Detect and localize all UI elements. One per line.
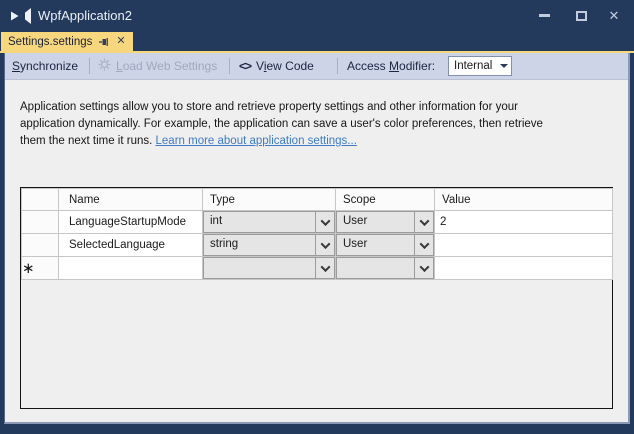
synchronize-label: Synchronize	[12, 59, 78, 73]
column-header-name: Name	[59, 189, 203, 211]
access-modifier-select[interactable]: Internal	[448, 56, 512, 76]
description-line-1: Application settings allow you to store …	[20, 99, 543, 116]
name-cell[interactable]: LanguageStartupMode	[59, 211, 203, 234]
access-modifier-value: Internal	[449, 60, 497, 72]
window-title: WpfApplication2	[38, 0, 132, 32]
view-code-label: View Code	[256, 59, 314, 73]
chevron-down-icon[interactable]	[315, 235, 334, 255]
chevron-down-icon[interactable]	[414, 212, 433, 232]
close-icon: ✕	[609, 9, 620, 22]
value-cell[interactable]: 2	[435, 211, 613, 234]
scope-dropdown[interactable]	[336, 257, 435, 280]
toolbar-separator	[89, 58, 90, 74]
value-cell[interactable]	[435, 234, 613, 257]
access-modifier-label: Access Modifier:	[347, 53, 435, 79]
description-line-2: application dynamically. For example, th…	[20, 116, 543, 133]
learn-more-link[interactable]: Learn more about application settings...	[156, 135, 357, 147]
type-dropdown[interactable]: int	[203, 211, 336, 234]
title-bar: WpfApplication2 ✕	[0, 0, 634, 32]
close-button[interactable]: ✕	[603, 6, 625, 25]
maximize-button[interactable]	[570, 6, 592, 25]
chevron-down-icon[interactable]	[315, 212, 334, 232]
name-cell[interactable]	[59, 257, 203, 280]
tab-label: Settings.settings	[8, 36, 92, 48]
table-row-new: ∗	[22, 257, 613, 280]
load-web-settings-button[interactable]: Load Web Settings	[98, 53, 217, 79]
combo-dropdown-icon	[497, 64, 511, 68]
toolbar-separator	[337, 58, 338, 74]
scope-dropdown[interactable]: User	[336, 234, 435, 257]
minimize-button[interactable]	[533, 6, 555, 25]
toolbar-separator	[229, 58, 230, 74]
chevron-down-icon[interactable]	[414, 258, 433, 278]
column-header-value: Value	[435, 189, 613, 211]
column-header-scope: Scope	[336, 189, 435, 211]
row-selector[interactable]	[22, 211, 59, 234]
value-cell[interactable]	[435, 257, 613, 280]
name-cell[interactable]: SelectedLanguage	[59, 234, 203, 257]
table-row: SelectedLanguage string User	[22, 234, 613, 257]
scope-dropdown[interactable]: User	[336, 211, 435, 234]
table-row: LanguageStartupMode int User 2	[22, 211, 613, 234]
column-header-type: Type	[203, 189, 336, 211]
code-brackets-icon: <>	[239, 59, 251, 73]
new-row-indicator[interactable]: ∗	[22, 257, 59, 280]
description-line-3: them the next time it runs. Learn more a…	[20, 133, 543, 150]
type-dropdown[interactable]: string	[203, 234, 336, 257]
view-code-button[interactable]: <> View Code	[239, 53, 314, 79]
chevron-down-icon[interactable]	[414, 235, 433, 255]
tab-close-icon[interactable]: ✕	[116, 36, 125, 47]
visual-studio-logo-icon	[10, 7, 32, 30]
row-selector[interactable]	[22, 234, 59, 257]
settings-grid: Name Type Scope Value LanguageStartupMod…	[20, 187, 613, 409]
type-dropdown[interactable]	[203, 257, 336, 280]
minimize-icon	[539, 14, 550, 17]
chevron-down-icon[interactable]	[315, 258, 334, 278]
pin-icon[interactable]	[99, 37, 109, 47]
document-tab-strip: Settings.settings ✕	[0, 32, 634, 51]
app-window: WpfApplication2 ✕ Settings.settings ✕ Sy…	[0, 0, 634, 434]
settings-designer-page: Application settings allow you to store …	[5, 80, 628, 422]
settings-toolbar: Synchronize Load Web Settings <>	[5, 53, 628, 80]
editor-frame: Synchronize Load Web Settings <>	[4, 53, 630, 424]
synchronize-button[interactable]: Synchronize	[12, 53, 78, 79]
load-web-settings-label: Load Web Settings	[116, 59, 217, 73]
maximize-icon	[576, 11, 587, 21]
description-text: Application settings allow you to store …	[20, 99, 543, 150]
row-header-corner	[22, 189, 59, 211]
grid-header-row: Name Type Scope Value	[22, 189, 613, 211]
web-settings-gear-icon	[98, 58, 111, 74]
tab-settings-settings[interactable]: Settings.settings ✕	[1, 32, 133, 51]
